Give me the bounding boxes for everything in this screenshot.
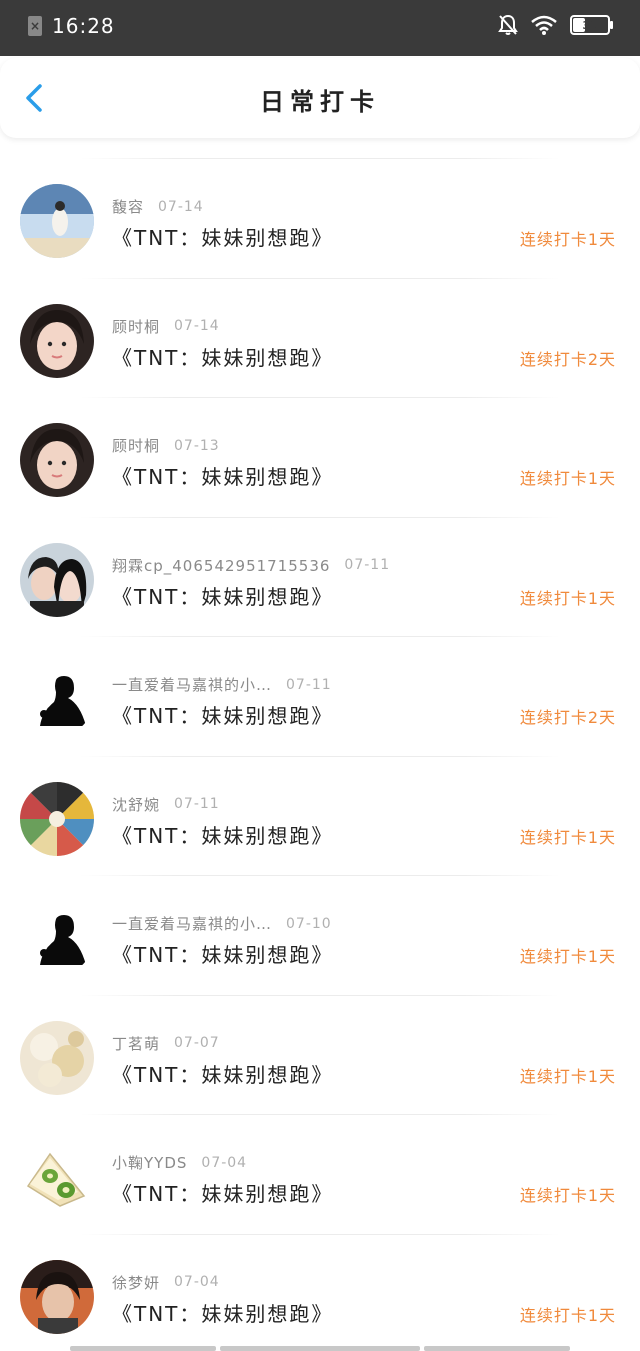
streak-label: 连续打卡2天: [519, 349, 616, 369]
avatar[interactable]: [20, 303, 94, 378]
divider: [80, 397, 560, 398]
entry-meta: 顾时桐 07-13: [112, 435, 220, 456]
avatar[interactable]: [20, 901, 94, 975]
date: 07-11: [174, 796, 220, 812]
list-item[interactable]: 沈舒婉 07-11 《TNT：妹妹别想跑》 连续打卡1天: [0, 738, 640, 858]
header: 日常打卡: [0, 58, 640, 138]
avatar[interactable]: [20, 542, 94, 617]
task-title[interactable]: 《TNT：妹妹别想跑》: [112, 222, 333, 251]
entry-meta: 丁茗萌 07-07: [112, 1033, 220, 1054]
date: 07-14: [158, 198, 204, 215]
task-title[interactable]: 《TNT：妹妹别想跑》: [112, 1298, 333, 1327]
list-item[interactable]: 翔霖cp_406542951715536 07-11 《TNT：妹妹别想跑》 连…: [0, 499, 640, 619]
streak-label: 连续打卡1天: [519, 827, 616, 847]
task-title[interactable]: 《TNT：妹妹别想跑》: [112, 939, 333, 968]
task-title[interactable]: 《TNT：妹妹别想跑》: [112, 461, 333, 490]
avatar[interactable]: [20, 184, 94, 258]
username[interactable]: 小鞠YYDS: [112, 1152, 187, 1173]
list-item[interactable]: 小鞠YYDS 07-04 《TNT：妹妹别想跑》 连续打卡1天: [0, 1096, 640, 1216]
streak-label: 连续打卡1天: [519, 469, 616, 488]
task-title[interactable]: 《TNT：妹妹别想跑》: [112, 1178, 333, 1207]
avatar[interactable]: [20, 1140, 94, 1214]
date: 07-14: [174, 318, 220, 334]
list-item[interactable]: 徐梦妍 07-04 《TNT：妹妹别想跑》 连续打卡1天: [0, 1216, 640, 1336]
username[interactable]: 沈舒婉: [112, 794, 160, 815]
streak-label: 连续打卡1天: [519, 1305, 616, 1325]
page-title: 日常打卡: [260, 88, 380, 116]
task-title[interactable]: 《TNT：妹妹别想跑》: [112, 820, 333, 849]
entry-meta: 馥容 07-14: [112, 196, 204, 217]
status-time: 16:28: [52, 14, 115, 38]
divider: [80, 1233, 560, 1235]
streak-label: 连续打卡1天: [519, 1066, 616, 1086]
username[interactable]: 顾时桐: [112, 435, 160, 456]
list-item[interactable]: 丁茗萌 07-07 《TNT：妹妹别想跑》 连续打卡1天: [0, 977, 640, 1097]
avatar[interactable]: [20, 781, 94, 856]
task-title[interactable]: 《TNT：妹妹别想跑》: [112, 581, 333, 610]
entry-meta: 沈舒婉 07-11: [112, 794, 220, 815]
date: 07-11: [286, 676, 332, 693]
username[interactable]: 徐梦妍: [112, 1272, 160, 1293]
scroll-segment: [424, 1346, 570, 1351]
scroll-segment: [70, 1346, 216, 1351]
streak-label: 连续打卡1天: [519, 588, 616, 608]
task-title[interactable]: 《TNT：妹妹别想跑》: [112, 700, 333, 729]
wifi-icon: [531, 15, 557, 35]
username[interactable]: 馥容: [112, 196, 144, 217]
sim-off-icon: ×: [28, 16, 42, 36]
entry-meta: 一直爱着马嘉祺的小… 07-11: [112, 674, 332, 695]
avatar[interactable]: [20, 1259, 94, 1334]
divider: [80, 994, 560, 996]
streak-label: 连续打卡1天: [519, 947, 616, 966]
divider: [80, 516, 560, 518]
list-item[interactable]: 馥容 07-14 《TNT：妹妹别想跑》 连续打卡1天: [0, 140, 640, 260]
divider: [80, 875, 560, 876]
entry-meta: 小鞠YYDS 07-04: [112, 1152, 247, 1173]
username[interactable]: 一直爱着马嘉祺的小…: [112, 674, 272, 695]
list-item[interactable]: 一直爱着马嘉祺的小… 07-10 《TNT：妹妹别想跑》 连续打卡1天: [0, 857, 640, 977]
date: 07-13: [174, 437, 220, 454]
checkin-list: 馥容 07-14 《TNT：妹妹别想跑》 连续打卡1天 顾时桐 07-14 《T…: [0, 140, 640, 1335]
battery-level: 31: [582, 18, 598, 32]
list-item[interactable]: 顾时桐 07-13 《TNT：妹妹别想跑》 连续打卡1天: [0, 379, 640, 499]
task-title[interactable]: 《TNT：妹妹别想跑》: [112, 342, 333, 371]
scroll-indicator: [0, 1346, 640, 1351]
divider: [80, 277, 560, 279]
date: 07-10: [286, 915, 332, 932]
divider: [80, 755, 560, 757]
entry-meta: 一直爱着马嘉祺的小… 07-10: [112, 913, 332, 934]
username[interactable]: 一直爱着马嘉祺的小…: [112, 913, 272, 934]
streak-label: 连续打卡1天: [519, 230, 616, 249]
avatar[interactable]: [20, 423, 94, 497]
streak-label: 连续打卡1天: [519, 1186, 616, 1205]
date: 07-04: [174, 1274, 220, 1290]
entry-meta: 徐梦妍 07-04: [112, 1272, 220, 1293]
divider: [80, 1114, 560, 1115]
entry-meta: 顾时桐 07-14: [112, 316, 220, 337]
avatar[interactable]: [20, 1020, 94, 1095]
entry-meta: 翔霖cp_406542951715536 07-11: [112, 555, 390, 576]
username[interactable]: 丁茗萌: [112, 1033, 160, 1054]
list-item[interactable]: 顾时桐 07-14 《TNT：妹妹别想跑》 连续打卡2天: [0, 260, 640, 380]
divider: [80, 158, 560, 159]
date: 07-04: [201, 1154, 248, 1171]
list-item[interactable]: 一直爱着马嘉祺的小… 07-11 《TNT：妹妹别想跑》 连续打卡2天: [0, 618, 640, 738]
scroll-segment: [220, 1346, 420, 1351]
status-right: 31: [498, 14, 613, 36]
task-title[interactable]: 《TNT：妹妹别想跑》: [112, 1059, 333, 1088]
date: 07-11: [344, 557, 391, 573]
username[interactable]: 翔霖cp_406542951715536: [112, 555, 330, 576]
avatar[interactable]: [20, 662, 94, 736]
status-left: × 16:28: [28, 14, 115, 38]
username[interactable]: 顾时桐: [112, 316, 160, 337]
divider: [80, 636, 560, 637]
battery-icon: 31: [570, 15, 613, 35]
streak-label: 连续打卡2天: [519, 708, 616, 727]
notification-off-icon: [498, 14, 518, 35]
date: 07-07: [174, 1035, 220, 1051]
status-bar: × 16:28 31: [0, 0, 640, 56]
